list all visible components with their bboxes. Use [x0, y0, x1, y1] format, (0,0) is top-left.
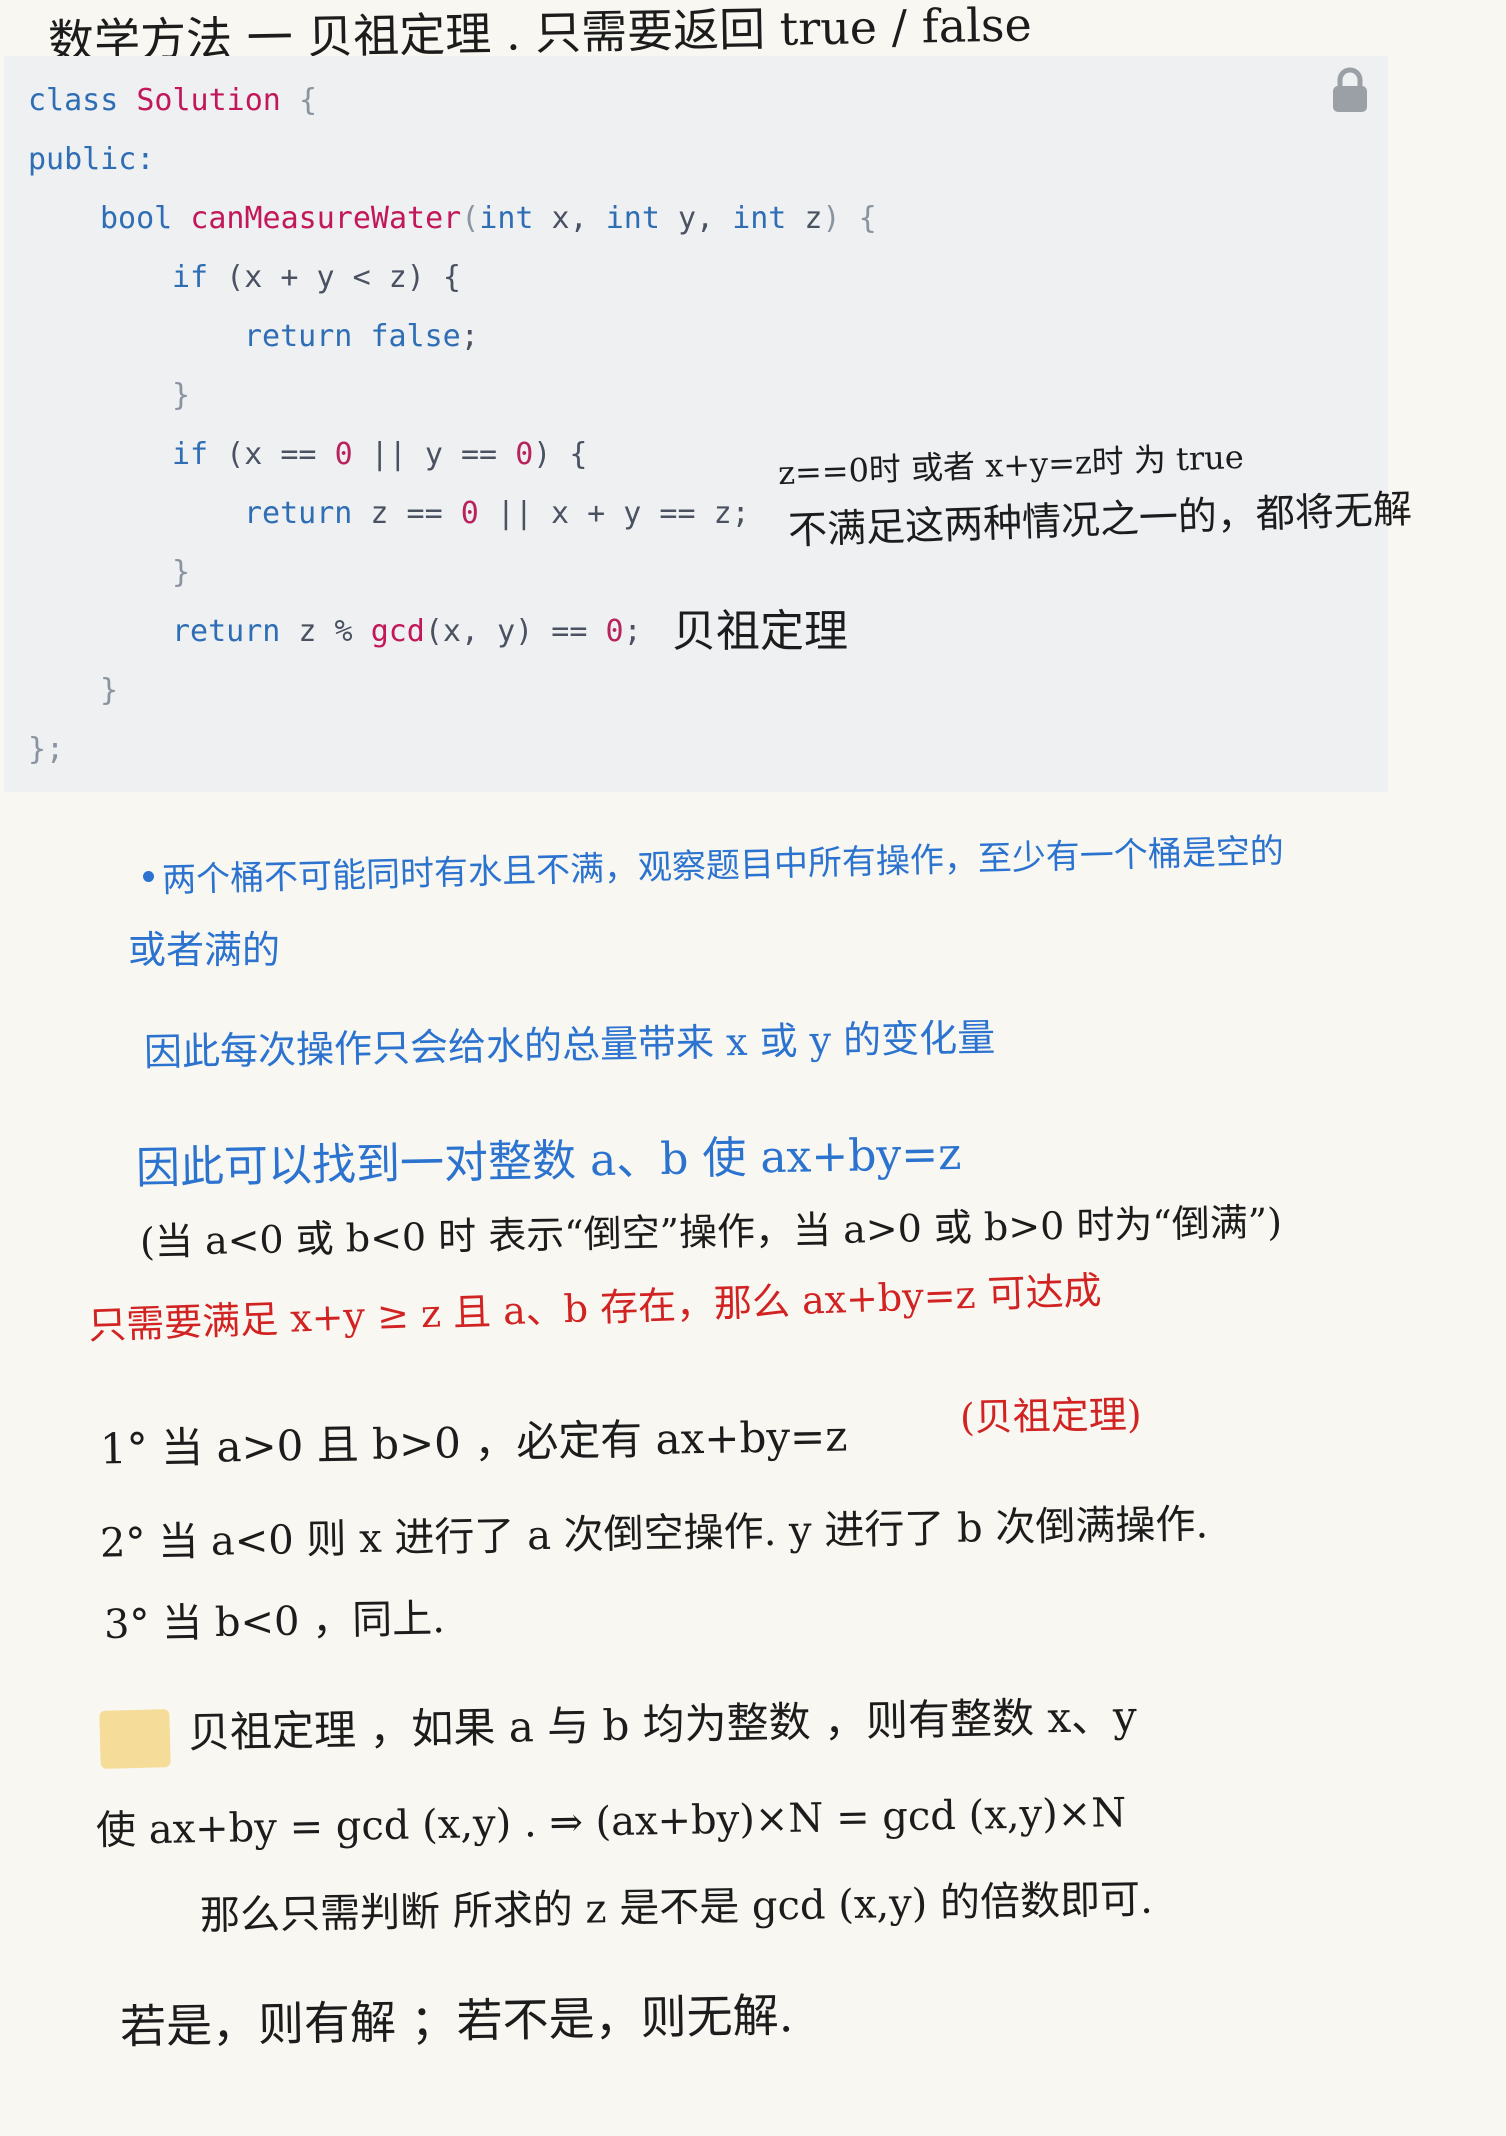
code-line-2: public: — [28, 142, 155, 177]
code-line-11: } — [100, 673, 119, 708]
blue-note-4: 因此可以找到一对整数 a、b 使 ax+by=z — [135, 1128, 962, 1195]
lock-icon[interactable] — [1330, 67, 1370, 113]
theorem-line-1: 贝祖定理 ，如果 a 与 b 均为整数 ，则有整数 x、y — [187, 1691, 1138, 1758]
bullet-dot — [143, 871, 154, 882]
blue-note-1: 两个桶不可能同时有水且不满，观察题目中所有操作，至少有一个桶是空的 — [161, 831, 1285, 901]
case-3: 3° 当 b<0 ，同上. — [103, 1596, 446, 1648]
inline-note-bezout: 贝祖定理 — [672, 606, 848, 657]
theorem-line-2: 使 ax+by = gcd (x,y) . ⇒ (ax+by)×N = gcd … — [95, 1790, 1127, 1854]
red-note-1: 只需要满足 x+y ≥ z 且 a、b 存在，那么 ax+by=z 可达成 — [87, 1268, 1103, 1348]
code-line-5: return false; — [244, 319, 479, 354]
code-line-1: class Solution { — [28, 83, 317, 118]
case-1-bezout: (贝祖定理) — [959, 1392, 1143, 1440]
code-line-6: } — [172, 378, 191, 413]
case-2: 2° 当 a<0 则 x 进行了 a 次倒空操作. y 进行了 b 次倒满操作. — [99, 1501, 1209, 1567]
code-line-3: bool canMeasureWater(int x, int y, int z… — [100, 201, 877, 236]
black-note-1: (当 a<0 或 b<0 时 表示“倒空”操作，当 a>0 或 b>0 时为“倒… — [139, 1200, 1283, 1264]
code-line-8: return z == 0 || x + y == z; — [244, 496, 750, 531]
code-line-10: return z % gcd(x, y) == 0; — [172, 614, 642, 649]
theorem-line-4: 若是，则有解 ；若不是，则无解. — [119, 1988, 794, 2054]
highlighter-mark — [99, 1709, 171, 1769]
code-line-4: if (x + y < z) { — [172, 260, 461, 295]
blue-note-3: 因此每次操作只会给水的总量带来 x 或 y 的变化量 — [143, 1015, 996, 1075]
code-line-7: if (x == 0 || y == 0) { — [172, 437, 588, 472]
code-line-9: } — [172, 555, 191, 590]
blue-note-2: 或者满的 — [128, 928, 281, 972]
theorem-line-3: 那么只需判断 所求的 z 是不是 gcd (x,y) 的倍数即可. — [199, 1876, 1154, 1940]
case-1: 1° 当 a>0 且 b>0 ，必定有 ax+by=z — [99, 1411, 848, 1474]
code-block — [4, 56, 1388, 792]
code-line-12: }; — [28, 732, 65, 767]
